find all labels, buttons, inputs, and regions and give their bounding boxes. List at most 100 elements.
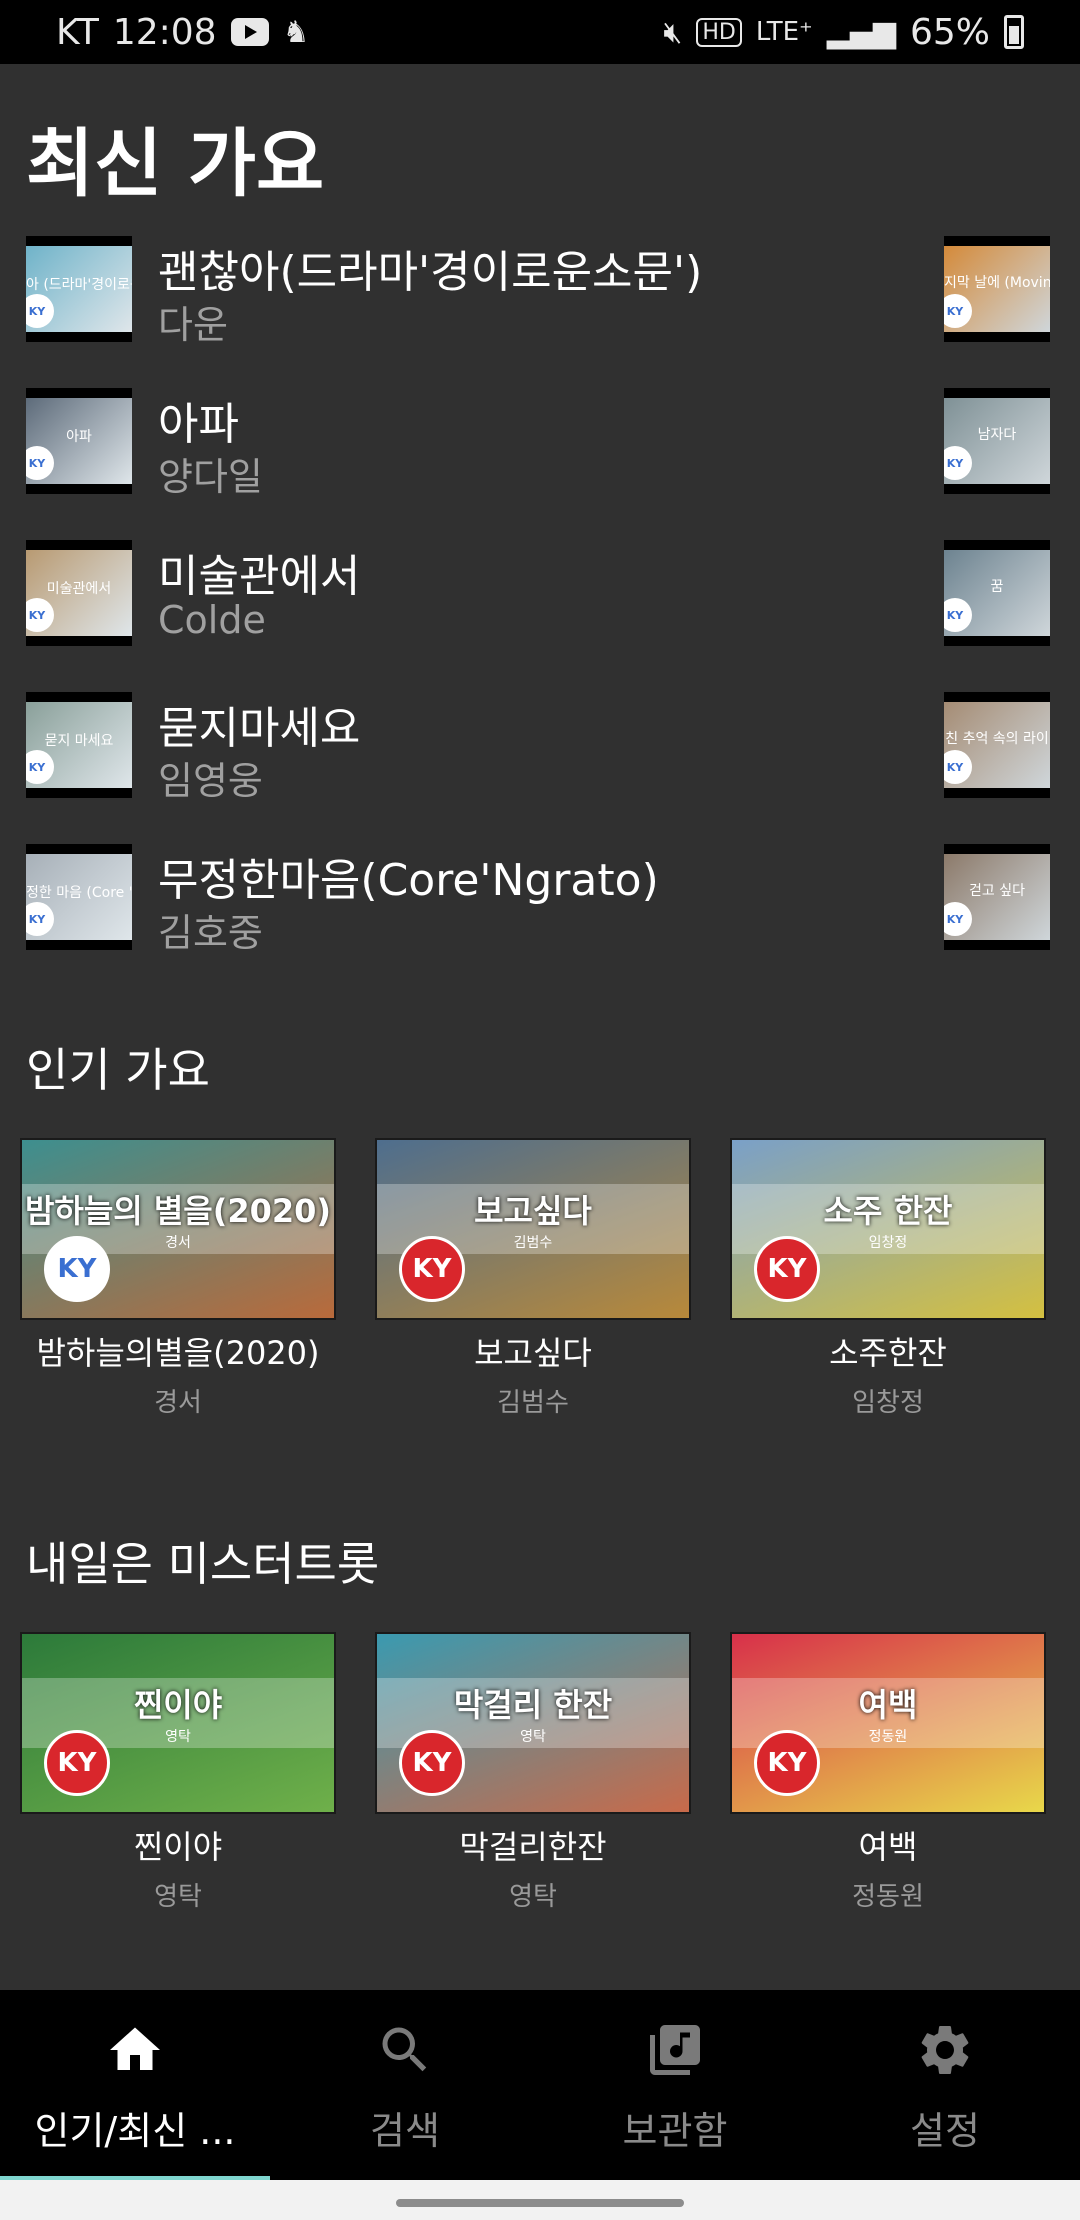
nav-tab-home[interactable]: 인기/최신 ... <box>0 1990 270 2180</box>
song-card[interactable]: 찐이야 영탁 KY 찐이야 영탁 <box>20 1632 336 1913</box>
song-thumbnail[interactable]: 정한 마음 (Core 'NgraKY <box>26 844 132 950</box>
song-artist: 김호중 <box>158 911 263 955</box>
overlay-title: 여백 <box>858 1686 918 1724</box>
list-item[interactable]: 묻지 마세요 KY 묻지마세요 임영웅 친 추억 속의 라이 KY <box>0 688 1080 803</box>
song-card[interactable]: 여백 정동원 KY 여백 정동원 <box>730 1632 1046 1913</box>
overlay-title: 보고싶다 <box>474 1192 592 1230</box>
trot-section-title: 내일은 미스터트롯 <box>26 1537 380 1591</box>
song-artist: Colde <box>158 598 266 642</box>
thumbnail-caption: 친 추억 속의 라이 <box>945 731 1049 747</box>
song-thumbnail[interactable]: 아파 KY <box>26 388 132 494</box>
trot-grid[interactable]: 찐이야 영탁 KY 찐이야 영탁 막걸리 한잔 영탁 KY 막걸리한잔 영탁 여백 정동원 KY 여백 정동… <box>0 1632 1080 1912</box>
card-artist: 영탁 <box>509 1882 557 1912</box>
overlay-artist: 영탁 <box>520 1729 546 1745</box>
nav-tab-label: 보관함 <box>622 2109 728 2153</box>
nav-tab-settings[interactable]: 설정 <box>810 1990 1080 2180</box>
popular-grid[interactable]: 밤하늘의 별을(2020) 경서 KY 밤하늘의별을(2020) 경서 보고싶다 김범수 KY… <box>0 1138 1080 1418</box>
card-thumbnail[interactable]: 여백정동원 KY <box>730 1632 1046 1814</box>
thumbnail-caption: 꿈 <box>990 579 1004 595</box>
card-thumbnail[interactable]: 막걸리 한잔영탁 KY <box>375 1632 691 1814</box>
card-thumbnail[interactable]: 찐이야 영탁 KY <box>20 1632 336 1814</box>
card-artist: 정동원 <box>852 1882 924 1912</box>
song-thumbnail[interactable]: 미술관에서 KY <box>26 540 132 646</box>
song-title[interactable]: 무정한마음(Core'Ngrato) <box>158 844 659 908</box>
card-title: 밤하늘의별을(2020) <box>36 1334 320 1372</box>
library-music-icon <box>645 2020 705 2080</box>
next-column-thumbnail[interactable]: 걷고 싶다 KY <box>944 844 1050 950</box>
ky-logo-icon: KY <box>754 1236 820 1302</box>
list-item[interactable]: 정한 마음 (Core 'NgraKY 무정한마음(Core'Ngrato)김호중… <box>0 840 1080 955</box>
recent-section-title: 최신 가요 <box>26 121 325 207</box>
next-column-thumbnail[interactable]: 꿈 KY <box>944 540 1050 646</box>
overlay-artist: 영탁 <box>165 1729 191 1745</box>
overlay-artist: 경서 <box>165 1235 191 1251</box>
card-title: 보고싶다 <box>474 1334 592 1372</box>
song-thumbnail[interactable]: 아 (드라마'경이로운 소KY <box>26 236 132 342</box>
card-title: 소주한잔 <box>829 1334 947 1372</box>
overlay-title: 밤하늘의 별을(2020) <box>24 1192 332 1230</box>
thumbnail-caption: 남자다 <box>977 427 1017 443</box>
signal-icon: ▂▄▆ <box>826 14 896 50</box>
card-artist: 임창정 <box>852 1388 924 1418</box>
overlay-title: 찐이야 <box>133 1686 223 1724</box>
search-icon <box>375 2020 435 2080</box>
song-card[interactable]: 보고싶다 김범수 KY 보고싶다 김범수 <box>375 1138 691 1419</box>
status-right: 🔇︎ HD LTE⁺ ▂▄▆ 65% <box>663 12 1024 53</box>
status-bar: KT 12:08 ♞ 🔇︎ HD LTE⁺ ▂▄▆ 65% <box>0 0 1080 64</box>
ky-logo-icon: KY <box>754 1730 820 1796</box>
hd-icon: HD <box>696 17 742 47</box>
thumbnail-caption: 아 (드라마'경이로운 소 <box>26 277 132 293</box>
song-title[interactable]: 묻지마세요 <box>158 692 360 756</box>
clock: 12:08 <box>112 11 217 53</box>
card-thumbnail[interactable]: 소주 한잔임창정 KY <box>730 1138 1046 1320</box>
youtube-icon <box>230 18 269 46</box>
song-artist: 임영웅 <box>158 759 263 803</box>
song-card[interactable]: 밤하늘의 별을(2020) 경서 KY 밤하늘의별을(2020) 경서 <box>20 1138 336 1419</box>
ky-logo-icon: KY <box>399 1236 465 1302</box>
card-artist: 김범수 <box>497 1388 569 1418</box>
thumbnail-caption: 묻지 마세요 <box>44 733 114 749</box>
list-item[interactable]: 아파 KY 아파 양다일 남자다 KY <box>0 384 1080 499</box>
song-thumbnail[interactable]: 묻지 마세요 KY <box>26 692 132 798</box>
next-column-thumbnail[interactable]: 지막 날에 (Moving CKY <box>944 236 1050 342</box>
list-item[interactable]: 미술관에서 KY 미술관에서 Colde 꿈 KY <box>0 536 1080 646</box>
home-gesture-bar[interactable] <box>396 2199 684 2207</box>
carrier-label: KT <box>56 11 99 53</box>
mute-icon: 🔇︎ <box>663 14 683 50</box>
card-title: 여백 <box>858 1828 918 1866</box>
settings-icon <box>915 2020 975 2080</box>
overlay-artist: 임창정 <box>868 1235 908 1251</box>
card-thumbnail[interactable]: 보고싶다 김범수 KY <box>375 1138 691 1320</box>
next-column-thumbnail[interactable]: 친 추억 속의 라이 KY <box>944 692 1050 798</box>
thumbnail-caption: 정한 마음 (Core 'Ngra <box>26 885 132 901</box>
overlay-artist: 정동원 <box>868 1729 908 1745</box>
card-title: 찐이야 <box>133 1828 223 1866</box>
ky-logo-icon: KY <box>44 1236 110 1302</box>
card-artist: 경서 <box>154 1388 202 1418</box>
thumbnail-caption: 미술관에서 <box>46 581 112 597</box>
song-title[interactable]: 아파 <box>158 388 239 452</box>
song-title[interactable]: 괜찮아(드라마'경이로운소문') <box>158 236 702 300</box>
card-thumbnail[interactable]: 밤하늘의 별을(2020) 경서 KY <box>20 1138 336 1320</box>
nav-tab-label: 검색 <box>370 2109 440 2153</box>
nav-tab-search[interactable]: 검색 <box>270 1990 540 2180</box>
main-content[interactable]: 최신 가요 아 (드라마'경이로운 소KY괜찮아(드라마'경이로운소문')다운지… <box>0 64 1080 1990</box>
list-item[interactable]: 아 (드라마'경이로운 소KY 괜찮아(드라마'경이로운소문')다운 지막 날에 (… <box>0 232 1080 347</box>
card-title: 막걸리한잔 <box>459 1828 607 1866</box>
overlay-title: 소주 한잔 <box>823 1192 953 1230</box>
song-artist: 양다일 <box>158 455 263 499</box>
nav-tab-library-music[interactable]: 보관함 <box>540 1990 810 2180</box>
ky-logo-icon: KY <box>399 1730 465 1796</box>
bottom-navigation: 인기/최신 ... 검색 보관함 설정 <box>0 1990 1080 2180</box>
next-column-thumbnail[interactable]: 남자다 KY <box>944 388 1050 494</box>
nav-tab-label: 설정 <box>910 2109 980 2153</box>
card-artist: 영탁 <box>154 1882 202 1912</box>
battery-icon <box>1004 15 1024 49</box>
thumbnail-caption: 걷고 싶다 <box>969 883 1025 899</box>
song-card[interactable]: 막걸리 한잔 영탁 KY 막걸리한잔 영탁 <box>375 1632 691 1913</box>
nav-tab-label: 인기/최신 ... <box>34 2109 236 2153</box>
overlay-title: 막걸리 한잔 <box>453 1686 613 1724</box>
song-title[interactable]: 미술관에서 <box>158 540 360 604</box>
song-artist: 다운 <box>158 303 228 347</box>
song-card[interactable]: 소주 한잔 임창정 KY 소주한잔 임창정 <box>730 1138 1046 1419</box>
